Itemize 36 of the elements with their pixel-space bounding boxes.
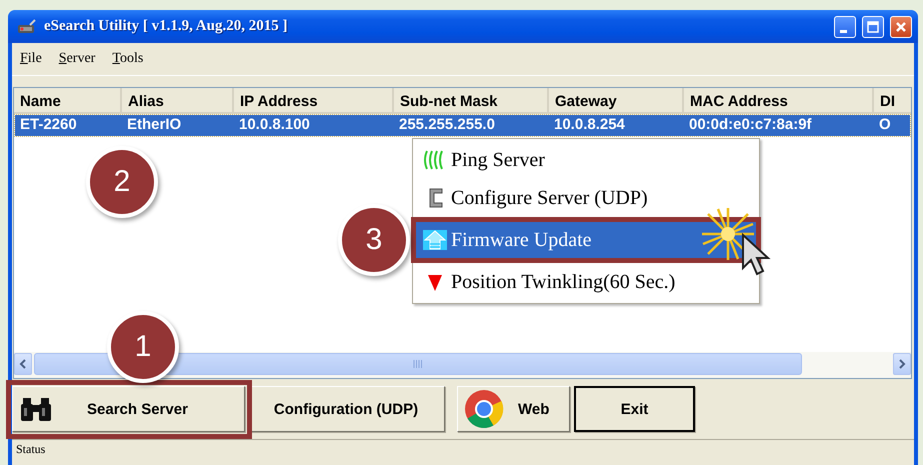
menu-item[interactable]: Firmware Update (416, 222, 756, 258)
menu-item[interactable]: Ping Server (416, 141, 756, 179)
minimize-button[interactable] (834, 16, 856, 38)
table-cell-text: 10.0.8.100 (238, 115, 311, 135)
upload-arrow-icon (422, 229, 448, 251)
device-icon (16, 18, 38, 34)
button[interactable]: Exit (574, 386, 695, 432)
sparkle-icon (700, 206, 756, 262)
menu-item[interactable]: File (20, 51, 42, 67)
menu-item[interactable]: Server (58, 51, 96, 67)
scroll-left-button[interactable] (14, 353, 32, 375)
browser-logo-icon (464, 389, 504, 429)
maximize-icon (866, 20, 880, 34)
table-cell-text: ET-2260 (19, 115, 78, 135)
window-title: eSearch Utility [ v1.1.9, Aug.20, 2015 ] (44, 18, 288, 35)
table-cell-text: 10.0.8.254 (553, 115, 626, 135)
menu-item[interactable]: Position Twinkling(60 Sec.) (416, 263, 756, 301)
scroll-right-button[interactable] (893, 353, 911, 375)
minimize-icon (840, 30, 846, 32)
table-cell-text: O (878, 115, 892, 135)
grip-icon (413, 360, 423, 368)
table-cell-text: 00:0d:e0:c7:8a:9f (688, 115, 813, 135)
chevron-left-icon (19, 359, 27, 369)
close-icon (894, 20, 908, 34)
maximize-button[interactable] (862, 16, 884, 38)
menu-item[interactable]: Configure Server (UDP) (416, 179, 756, 217)
button[interactable]: Web (457, 386, 570, 432)
close-button[interactable] (890, 16, 912, 38)
chevron-right-icon (898, 359, 906, 369)
binoculars-icon (19, 396, 53, 422)
table-row[interactable]: ET-2260 EtherIO 10.0.8.100 255.255.255.0 10.0.8.254 00:0d:e0:c7:8a:9f O (15, 115, 910, 136)
menu-item[interactable]: Tools (112, 51, 144, 67)
table-cell-text: 255.255.255.0 (398, 115, 496, 135)
table-cell-text: EtherIO (126, 115, 182, 135)
status-bar-text: Status (12, 439, 914, 464)
button[interactable]: Search Server (12, 386, 245, 432)
